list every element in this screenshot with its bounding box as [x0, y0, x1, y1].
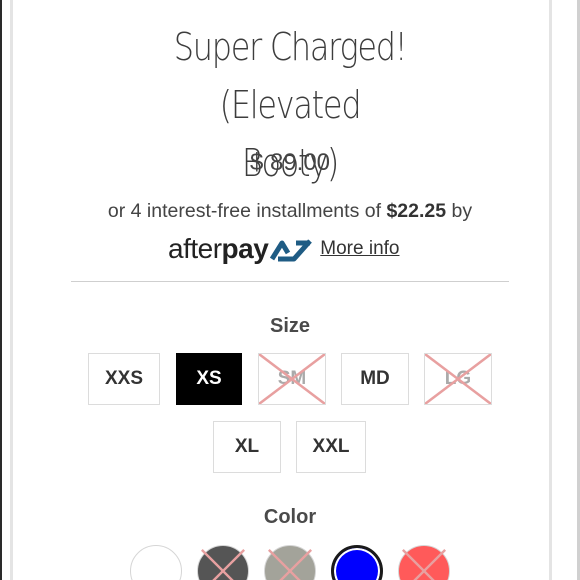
divider: [71, 281, 509, 282]
size-option-label: LG: [444, 368, 472, 389]
installments-prefix: or 4 interest-free installments of: [107, 200, 387, 222]
color-swatch-3[interactable]: [264, 545, 316, 580]
size-option-label: XXL: [312, 436, 350, 457]
size-option-lg[interactable]: LG: [424, 353, 492, 405]
afterpay-logo-light: after: [168, 233, 222, 264]
size-option-xxl[interactable]: XXL: [296, 421, 366, 473]
size-option-xl[interactable]: XL: [213, 421, 281, 473]
window-edge-left: [0, 0, 2, 580]
installments-amount: $22.25: [386, 200, 447, 222]
size-option-md[interactable]: MD: [341, 353, 409, 405]
color-label: Color: [263, 506, 317, 528]
size-option-sm[interactable]: SM: [258, 353, 326, 405]
more-info-link[interactable]: More info: [320, 238, 399, 260]
size-option-label: XS: [196, 368, 222, 389]
size-option-label: MD: [360, 368, 390, 389]
installments-suffix: by: [446, 200, 473, 222]
size-option-label: SM: [277, 368, 307, 389]
product-price: $ 89.00: [249, 149, 331, 176]
color-swatch-5[interactable]: [398, 545, 450, 580]
size-option-xxs[interactable]: XXS: [88, 353, 160, 405]
size-option-xs[interactable]: XS: [176, 353, 242, 405]
cross-icon: [267, 548, 313, 580]
size-option-label: XXS: [104, 368, 144, 389]
afterpay-row: after pay More info: [168, 232, 399, 266]
afterpay-logo-bold: pay: [221, 233, 269, 264]
size-option-label: XL: [234, 436, 260, 457]
color-swatch-2[interactable]: [197, 545, 249, 580]
product-title-line1: Super Charged! (Elevated: [173, 25, 408, 127]
afterpay-logo: after pay: [168, 233, 314, 265]
size-label: Size: [269, 315, 311, 337]
installments-text: or 4 interest-free installments of $22.2…: [0, 200, 580, 223]
cross-icon: [401, 548, 447, 580]
afterpay-logo-icon: [270, 239, 313, 262]
cross-icon: [200, 548, 246, 580]
